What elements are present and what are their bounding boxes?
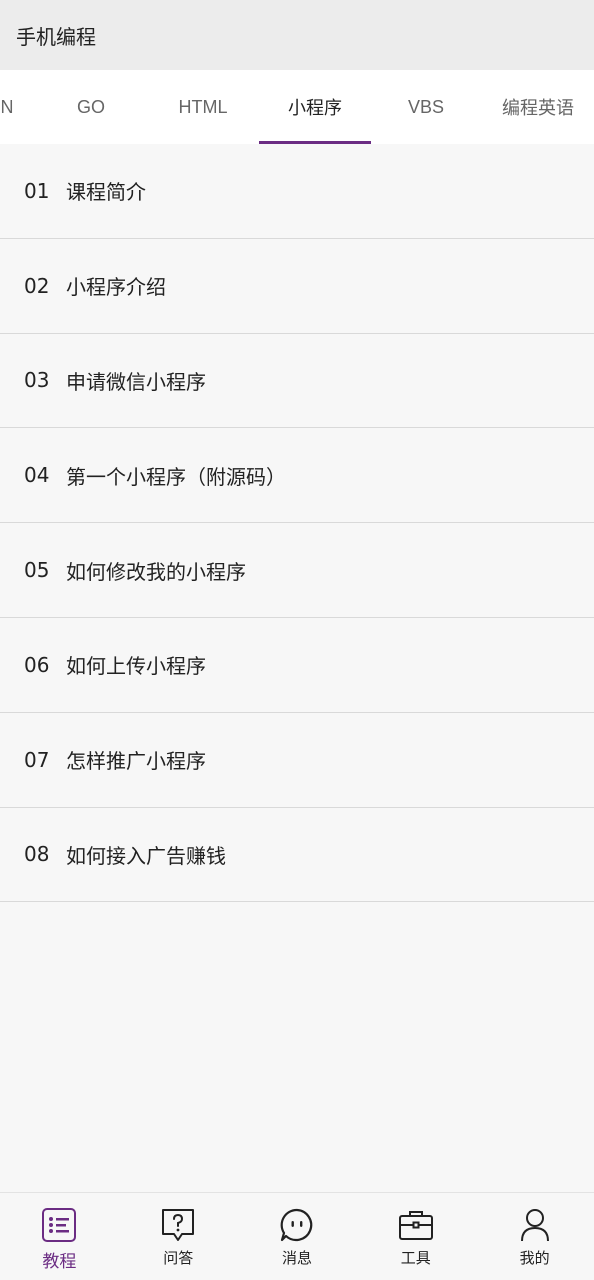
- nav-label: 教程: [42, 1252, 77, 1272]
- lesson-title: 如何接入广告赚钱: [66, 843, 226, 868]
- lesson-title: 怎样推广小程序: [66, 749, 206, 774]
- lesson-list: 01 课程简介 02 小程序介绍 03 申请微信小程序 04 第一个小程序（附源…: [0, 144, 594, 903]
- nav-item-messages[interactable]: 消息: [238, 1193, 357, 1280]
- nav-label: 工具: [400, 1249, 431, 1267]
- toolbox-icon: [398, 1207, 434, 1243]
- nav-item-tools[interactable]: 工具: [356, 1193, 475, 1280]
- app-title: 手机编程: [16, 24, 96, 49]
- nav-label: 我的: [519, 1249, 550, 1267]
- list-item[interactable]: 04 第一个小程序（附源码）: [0, 428, 594, 524]
- lesson-title: 如何上传小程序: [66, 654, 206, 679]
- tab-go[interactable]: GO: [35, 70, 147, 144]
- lesson-number: 03: [24, 368, 50, 393]
- lesson-title: 申请微信小程序: [66, 369, 206, 394]
- lesson-title: 第一个小程序（附源码）: [66, 464, 286, 489]
- nav-item-tutorial[interactable]: 教程: [0, 1193, 119, 1280]
- user-icon: [517, 1207, 553, 1243]
- app-bar: 手机编程: [0, 0, 594, 70]
- question-bubble-icon: [160, 1207, 196, 1243]
- list-item[interactable]: 03 申请微信小程序: [0, 333, 594, 429]
- tab-mini-program[interactable]: 小程序: [259, 70, 371, 144]
- lesson-title: 如何修改我的小程序: [66, 559, 246, 584]
- lesson-title: 小程序介绍: [66, 275, 166, 300]
- list-icon: [41, 1207, 77, 1243]
- list-item[interactable]: 02 小程序介绍: [0, 238, 594, 334]
- nav-label: 问答: [163, 1249, 194, 1267]
- lesson-number: 08: [24, 842, 50, 867]
- list-item[interactable]: 08 如何接入广告赚钱: [0, 807, 594, 903]
- nav-label: 消息: [281, 1249, 312, 1267]
- nav-item-me[interactable]: 我的: [475, 1193, 594, 1280]
- lesson-number: 05: [24, 558, 50, 583]
- lesson-number: 01: [24, 178, 50, 203]
- bottom-nav: 教程 问答 消息 工具 我的: [0, 1192, 594, 1280]
- lesson-number: 04: [24, 463, 50, 488]
- tab-programming-english[interactable]: 编程英语: [482, 70, 594, 144]
- lesson-number: 07: [24, 747, 50, 772]
- tab-html[interactable]: HTML: [147, 70, 259, 144]
- category-tab-bar: ON GO HTML 小程序 VBS 编程英语: [0, 70, 594, 144]
- list-item[interactable]: 07 怎样推广小程序: [0, 712, 594, 808]
- lesson-title: 课程简介: [66, 180, 146, 205]
- list-item[interactable]: 05 如何修改我的小程序: [0, 523, 594, 618]
- chat-icon: [279, 1207, 315, 1243]
- list-item[interactable]: 06 如何上传小程序: [0, 617, 594, 713]
- lesson-number: 06: [24, 652, 50, 677]
- nav-item-qa[interactable]: 问答: [119, 1193, 238, 1280]
- list-item[interactable]: 01 课程简介: [0, 144, 594, 239]
- tab-vbs[interactable]: VBS: [370, 70, 482, 144]
- lesson-number: 02: [24, 273, 50, 298]
